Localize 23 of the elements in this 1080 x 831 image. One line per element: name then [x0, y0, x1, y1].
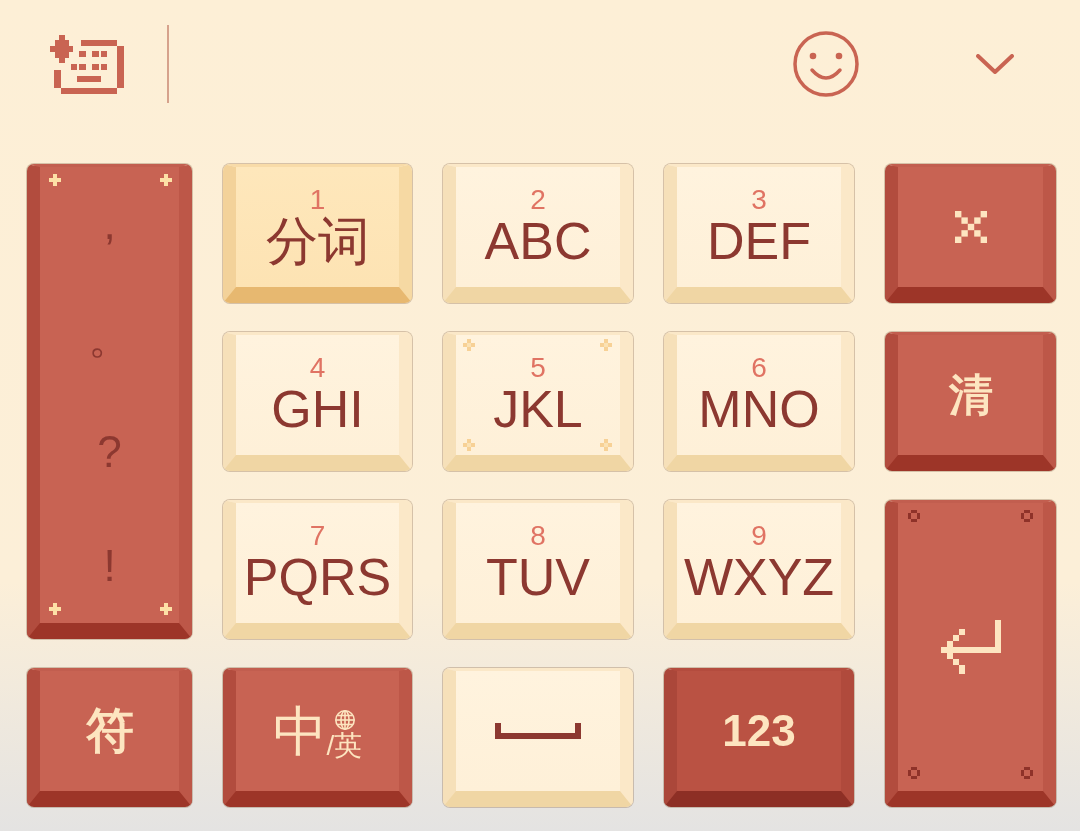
symbols-key[interactable]: 符: [27, 668, 192, 807]
language-sub-label: /英: [326, 730, 363, 762]
cross-icon: [954, 211, 987, 243]
clear-key[interactable]: 清: [885, 332, 1056, 471]
letter-key[interactable]: 5 JKL: [443, 332, 633, 471]
letter-key[interactable]: 9 WXYZ: [664, 500, 854, 639]
space-key[interactable]: [443, 668, 633, 807]
enter-icon: [940, 620, 1001, 674]
enter-key[interactable]: [885, 500, 1056, 807]
letter-key[interactable]: 1 分词: [223, 164, 412, 303]
smiley-icon[interactable]: [793, 31, 859, 97]
space-icon: [495, 723, 581, 739]
numbers-key[interactable]: 123: [664, 668, 854, 807]
letter-key[interactable]: 2 ABC: [443, 164, 633, 303]
letter-key[interactable]: 3 DEF: [664, 164, 854, 303]
letter-key[interactable]: 6 MNO: [664, 332, 854, 471]
chevron-down-icon[interactable]: [976, 54, 1014, 74]
letter-key[interactable]: 7 PQRS: [223, 500, 412, 639]
letter-key[interactable]: 4 GHI: [223, 332, 412, 471]
letter-key[interactable]: 8 TUV: [443, 500, 633, 639]
delete-key[interactable]: [885, 164, 1056, 303]
keyboard-plus-icon[interactable]: [50, 34, 124, 94]
globe-icon: [334, 710, 355, 730]
